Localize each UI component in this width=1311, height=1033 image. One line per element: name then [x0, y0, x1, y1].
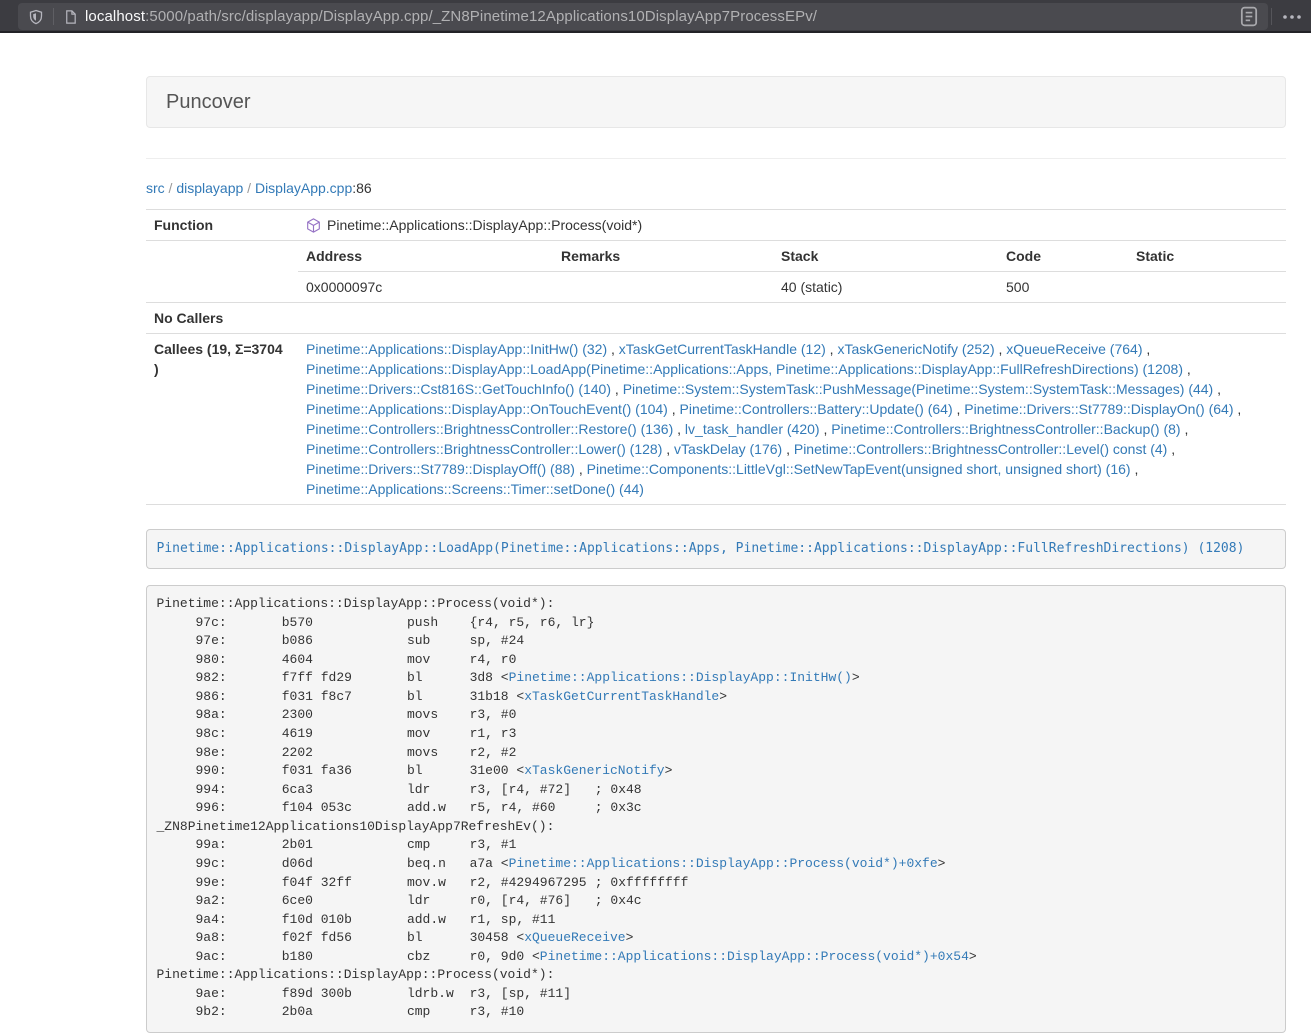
col-header-code: Code	[998, 241, 1128, 272]
breadcrumb-separator: /	[243, 180, 255, 196]
no-callers-label: No Callers	[146, 303, 298, 334]
breadcrumb-link[interactable]: displayapp	[176, 180, 243, 196]
callee-link[interactable]: Pinetime::Components::LittleVgl::SetNewT…	[587, 461, 1131, 477]
col-header-address: Address	[298, 241, 553, 272]
callees-label: Callees (19, Σ=3704 )	[146, 334, 298, 505]
callees-row: Callees (19, Σ=3704 ) Pinetime::Applicat…	[146, 334, 1286, 505]
url-bar[interactable]: localhost:5000/path/src/displayapp/Displ…	[18, 3, 1268, 30]
callees-list: Pinetime::Applications::DisplayApp::Init…	[298, 334, 1286, 505]
callee-link[interactable]: Pinetime::Applications::Screens::Timer::…	[306, 481, 644, 497]
callee-link[interactable]: Pinetime::Controllers::BrightnessControl…	[831, 421, 1180, 437]
col-header-stack: Stack	[773, 241, 998, 272]
callee-link[interactable]: Pinetime::Controllers::BrightnessControl…	[794, 441, 1167, 457]
snippet-box: Pinetime::Applications::DisplayApp::Load…	[146, 529, 1286, 569]
page-content: Puncover src / displayapp / DisplayApp.c…	[146, 76, 1286, 1033]
callee-link[interactable]: Pinetime::Controllers::BrightnessControl…	[306, 441, 662, 457]
callers-row: No Callers	[146, 303, 1286, 334]
stats-value-row: 0x0000097c 40 (static) 500	[298, 272, 1286, 303]
function-row: Function Pinetime::Applications::Display…	[146, 210, 1286, 241]
callee-link[interactable]: vTaskDelay (176)	[674, 441, 782, 457]
divider	[146, 158, 1286, 159]
navbar: Puncover	[146, 76, 1286, 128]
callee-link[interactable]: xTaskGenericNotify (252)	[837, 341, 994, 357]
breadcrumb-separator: /	[165, 180, 177, 196]
callee-link[interactable]: xQueueReceive (764)	[1006, 341, 1142, 357]
callee-link[interactable]: Pinetime::Drivers::St7789::DisplayOn() (…	[964, 401, 1233, 417]
callee-link[interactable]: Pinetime::Drivers::Cst816S::GetTouchInfo…	[306, 381, 611, 397]
assembly-symbol-link[interactable]: xTaskGenericNotify	[524, 763, 664, 778]
callee-link[interactable]: Pinetime::Applications::DisplayApp::Init…	[306, 341, 607, 357]
callee-link[interactable]: lv_task_handler (420)	[685, 421, 820, 437]
address-value: 0x0000097c	[298, 272, 553, 303]
url-path: :5000/path/src/displayapp/DisplayApp.cpp…	[145, 8, 817, 25]
assembly-symbol-link[interactable]: xTaskGetCurrentTaskHandle	[524, 689, 719, 704]
callee-link[interactable]: xTaskGetCurrentTaskHandle (12)	[619, 341, 826, 357]
app-title: Puncover	[166, 91, 251, 114]
code-value: 500	[998, 272, 1128, 303]
url-text: localhost:5000/path/src/displayapp/Displ…	[85, 8, 1228, 25]
stack-value: 40 (static)	[773, 272, 998, 303]
breadcrumb-line-number: :86	[352, 180, 371, 196]
urlbar-divider	[53, 8, 54, 25]
function-row-label: Function	[146, 210, 298, 241]
callers-cell	[298, 303, 1286, 334]
assembly-code: Pinetime::Applications::DisplayApp::Proc…	[157, 596, 977, 1019]
callee-link[interactable]: Pinetime::Applications::DisplayApp::OnTo…	[306, 401, 668, 417]
assembly-symbol-link[interactable]: Pinetime::Applications::DisplayApp::Proc…	[540, 949, 969, 964]
callee-link[interactable]: Pinetime::System::SystemTask::PushMessag…	[623, 381, 1214, 397]
shield-icon[interactable]	[28, 9, 44, 25]
stats-row: Address Remarks Stack Code Static 0x0000…	[146, 241, 1286, 303]
breadcrumb-link[interactable]: DisplayApp.cpp	[255, 180, 352, 196]
assembly-box: Pinetime::Applications::DisplayApp::Proc…	[146, 585, 1286, 1033]
symbol-cube-icon	[306, 218, 321, 233]
callee-link[interactable]: Pinetime::Drivers::St7789::DisplayOff() …	[306, 461, 575, 477]
breadcrumb-link[interactable]: src	[146, 180, 165, 196]
toolbar-divider	[1271, 8, 1272, 25]
function-name: Pinetime::Applications::DisplayApp::Proc…	[327, 215, 642, 235]
remarks-value	[553, 272, 773, 303]
static-value	[1128, 272, 1286, 303]
menu-dots-icon[interactable]	[1281, 0, 1303, 33]
stats-row-spacer	[146, 241, 298, 303]
callee-link[interactable]: Pinetime::Applications::DisplayApp::Load…	[306, 361, 1183, 377]
callee-link[interactable]: Pinetime::Controllers::Battery::Update()…	[680, 401, 953, 417]
browser-toolbar: localhost:5000/path/src/displayapp/Displ…	[0, 0, 1311, 33]
page-icon[interactable]	[63, 9, 78, 25]
breadcrumb: src / displayapp / DisplayApp.cpp:86	[146, 180, 1286, 196]
col-header-remarks: Remarks	[553, 241, 773, 272]
callee-link[interactable]: Pinetime::Controllers::BrightnessControl…	[306, 421, 673, 437]
stats-header-row: Address Remarks Stack Code Static	[298, 241, 1286, 272]
url-host: localhost	[85, 8, 145, 25]
function-table: Function Pinetime::Applications::Display…	[146, 209, 1286, 505]
snippet-link[interactable]: Pinetime::Applications::DisplayApp::Load…	[157, 541, 1245, 556]
assembly-symbol-link[interactable]: xQueueReceive	[524, 930, 625, 945]
assembly-symbol-link[interactable]: Pinetime::Applications::DisplayApp::Proc…	[509, 856, 938, 871]
reader-mode-icon[interactable]	[1236, 5, 1262, 29]
col-header-static: Static	[1128, 241, 1286, 272]
stats-table: Address Remarks Stack Code Static 0x0000…	[298, 241, 1286, 302]
assembly-symbol-link[interactable]: Pinetime::Applications::DisplayApp::Init…	[509, 670, 852, 685]
